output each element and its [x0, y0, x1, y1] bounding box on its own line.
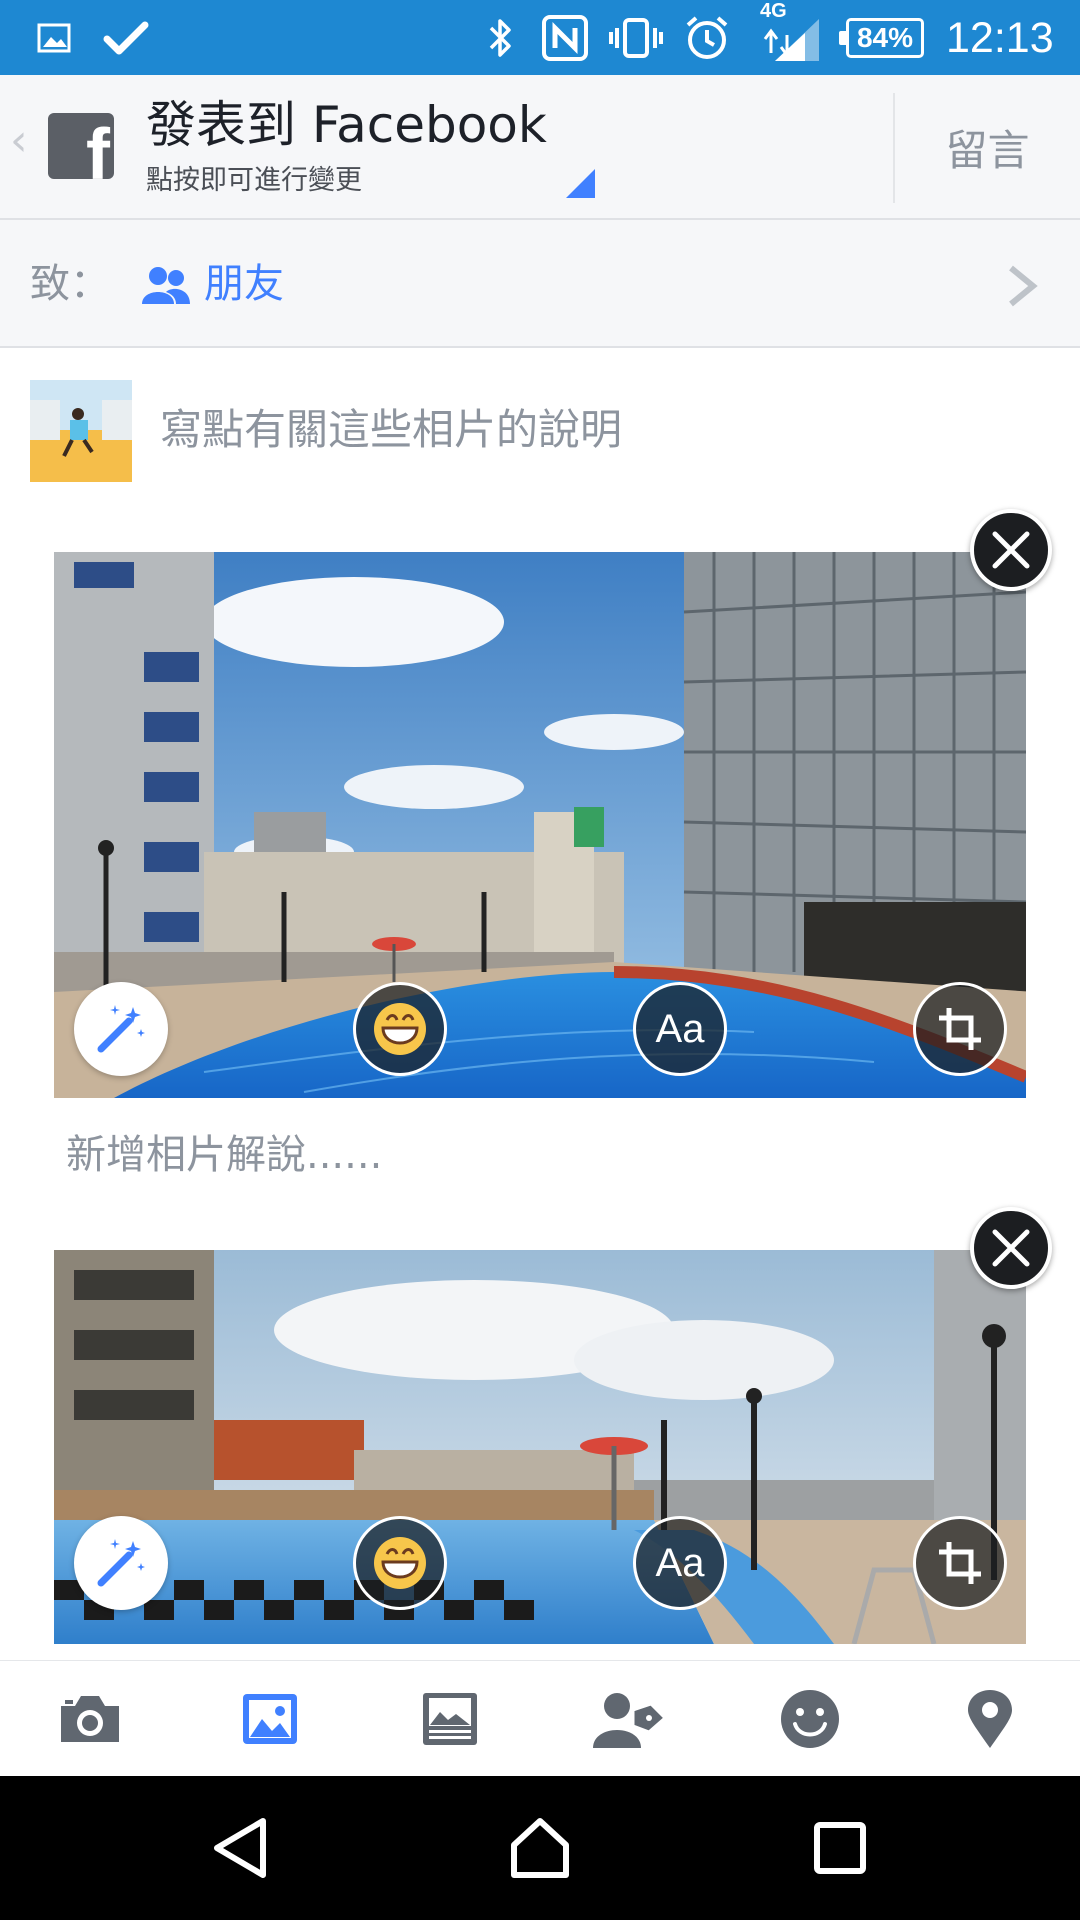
home-icon	[511, 1818, 569, 1878]
check-icon	[102, 0, 150, 75]
photo-caption-input[interactable]: 新增相片解說......	[66, 1125, 382, 1185]
camera-button[interactable]	[35, 1661, 145, 1777]
tag-people-icon	[593, 1693, 667, 1748]
crop-button[interactable]	[913, 982, 1007, 1076]
composer-header: ‹ f 發表到 Facebook 點按即可進行變更 留言	[0, 75, 1080, 220]
dropdown-corner-icon	[566, 169, 595, 198]
system-nav-bar	[0, 1776, 1080, 1920]
composer-thumbnail	[30, 380, 132, 482]
sticker-button[interactable]	[353, 1516, 447, 1610]
sticker-button[interactable]	[353, 982, 447, 1076]
audience-value: 朋友	[204, 261, 284, 307]
tag-people-button[interactable]	[575, 1661, 685, 1777]
gallery-notification-icon	[36, 0, 72, 75]
chevron-right-icon	[1005, 264, 1039, 312]
recents-square-icon	[814, 1822, 866, 1874]
pool-photo-2	[54, 1250, 1026, 1644]
nfc-icon	[538, 0, 592, 75]
magic-wand-button[interactable]	[74, 982, 168, 1076]
text-tool-button[interactable]: Aa	[633, 1516, 727, 1610]
crop-icon	[939, 1542, 981, 1584]
post-button[interactable]: 留言	[895, 75, 1080, 220]
facebook-logo-icon: f	[48, 113, 114, 179]
audience-to-label: 致：	[30, 261, 110, 307]
close-icon	[992, 1229, 1030, 1267]
close-icon	[992, 531, 1030, 569]
audience-selector[interactable]: 致： 朋友	[0, 220, 1080, 348]
album-icon	[423, 1693, 477, 1745]
vibrate-icon	[606, 0, 666, 75]
magic-wand-icon	[97, 1539, 145, 1587]
location-button[interactable]	[935, 1661, 1045, 1777]
nav-home-button[interactable]	[470, 1776, 610, 1920]
composer-toolbar	[0, 1660, 1080, 1776]
status-bar: 4G 84% 12:13	[0, 0, 1080, 75]
alarm-icon	[682, 0, 732, 75]
nav-recents-button[interactable]	[770, 1776, 910, 1920]
back-triangle-icon	[214, 1818, 266, 1878]
status-clock: 12:13	[946, 14, 1054, 62]
smiley-sticker-icon	[374, 1537, 426, 1589]
crop-button[interactable]	[913, 1516, 1007, 1610]
remove-photo-1-button[interactable]	[970, 509, 1052, 591]
crop-icon	[939, 1008, 981, 1050]
camera-icon	[61, 1696, 119, 1742]
pool-photo-1	[54, 552, 1026, 1098]
attached-photo-2[interactable]: Aa	[54, 1250, 1026, 1644]
nav-back-button[interactable]	[170, 1776, 310, 1920]
battery-level: 84%	[856, 22, 914, 53]
share-composer-screen: 4G 84% 12:13 ‹ f 發表到 Facebook 點按即可進行變更 留…	[0, 0, 1080, 1920]
back-chevron-icon[interactable]: ‹	[10, 119, 28, 163]
battery-indicator: 84%	[839, 18, 924, 58]
magic-wand-button[interactable]	[74, 1516, 168, 1610]
feeling-button[interactable]	[755, 1661, 865, 1777]
location-icon	[968, 1690, 1012, 1748]
magic-wand-icon	[97, 1005, 145, 1053]
signal-icon	[760, 0, 822, 75]
feeling-icon	[781, 1690, 839, 1748]
status-text-input[interactable]: 寫點有關這些相片的說明	[160, 395, 622, 465]
smiley-sticker-icon	[374, 1003, 426, 1055]
attached-photo-1[interactable]: Aa	[54, 552, 1026, 1098]
bluetooth-icon	[484, 0, 518, 75]
friends-icon	[142, 266, 190, 310]
album-button[interactable]	[395, 1661, 505, 1777]
photo-button[interactable]	[215, 1661, 325, 1777]
text-tool-button[interactable]: Aa	[633, 982, 727, 1076]
page-subtitle: 點按即可進行變更	[146, 165, 362, 196]
remove-photo-2-button[interactable]	[970, 1207, 1052, 1289]
page-title: 發表到 Facebook	[146, 96, 547, 154]
photo-icon	[243, 1694, 297, 1744]
